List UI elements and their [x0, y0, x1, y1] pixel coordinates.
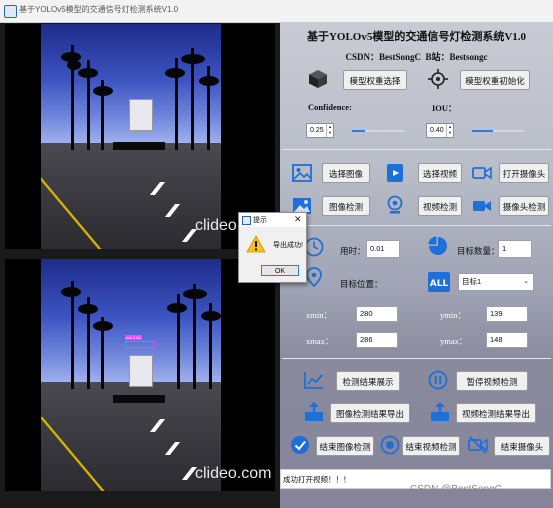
- ok-button[interactable]: OK: [261, 265, 299, 276]
- detection-box: [125, 341, 155, 348]
- ymin-label: ymin：: [440, 310, 466, 320]
- pie-chart-icon: [428, 236, 447, 255]
- export-video-results-button[interactable]: 视频检测结果导出: [456, 403, 536, 423]
- pause-icon: [428, 370, 448, 390]
- iou-label: IOU：: [432, 103, 457, 113]
- location-pin-icon: [306, 267, 322, 287]
- app-icon: [4, 5, 17, 18]
- message-dialog: 提示 ✕ 导出成功! OK: [238, 212, 307, 283]
- image-detect-button[interactable]: 图像检测: [322, 196, 370, 216]
- target-position-label: 目标位置：: [340, 279, 383, 289]
- xmin-label: xmin：: [306, 310, 332, 320]
- target-count-label: 目标数量：: [457, 246, 500, 256]
- camera-off-icon: [468, 436, 488, 454]
- open-camera-button[interactable]: 打开摄像头: [499, 163, 549, 183]
- video-watermark: clideo.com: [195, 465, 272, 482]
- chevron-down-icon: ⌄: [523, 278, 529, 285]
- confidence-spinbox[interactable]: 0.25 ▲ ▼: [306, 123, 334, 138]
- divider: [282, 358, 551, 359]
- confidence-slider-fill: [352, 130, 365, 132]
- dialog-titlebar[interactable]: 提示 ✕: [239, 213, 306, 227]
- ymax-label: ymax：: [440, 336, 468, 346]
- clock-icon: [304, 237, 324, 257]
- stop-icon: [380, 435, 400, 455]
- app-heading: 基于YOLOv5模型的交通信号灯检测系统V1.0: [306, 31, 527, 43]
- export-image-results-button[interactable]: 图像检测结果导出: [330, 403, 410, 423]
- line-chart-icon: [304, 372, 323, 389]
- cube-icon: [309, 70, 327, 88]
- iou-slider-fill: [472, 130, 493, 132]
- end-video-detect-button[interactable]: 结束视频检测: [402, 436, 460, 456]
- window-title: 基于YOLOv5模型的交通信号灯检测系统V1.0: [19, 5, 179, 14]
- dialog-title: 提示: [253, 217, 267, 224]
- xmin-value: 280: [356, 306, 398, 322]
- target-select-value: 目标1: [462, 277, 482, 286]
- model-weight-init-button[interactable]: 模型权重初始化: [460, 70, 530, 90]
- xmax-value: 286: [356, 332, 398, 348]
- confidence-slider[interactable]: [352, 130, 404, 132]
- export-image-icon: [305, 402, 323, 421]
- target-count-value: 1: [498, 240, 532, 258]
- select-image-button[interactable]: 选择图像: [322, 163, 370, 183]
- xmax-label: xmax：: [306, 336, 334, 346]
- image-icon: [292, 164, 312, 182]
- detection-label: red 0.54: [125, 335, 142, 340]
- divider: [282, 149, 551, 150]
- video-camera-icon: [473, 201, 491, 211]
- webcam-icon: [387, 195, 403, 214]
- select-video-button[interactable]: 选择视频: [418, 163, 462, 183]
- model-weight-select-button[interactable]: 模型权重选择: [343, 70, 407, 90]
- svg-text:ALL: ALL: [430, 279, 449, 289]
- control-panel: 基于YOLOv5模型的交通信号灯检测系统V1.0 CSDN：BestSongC …: [280, 22, 553, 508]
- close-icon[interactable]: ✕: [294, 214, 302, 225]
- spin-arrows-icon[interactable]: ▲ ▼: [446, 124, 453, 137]
- video-file-icon: [387, 164, 403, 182]
- csdn-label: CSDN：BestSongC: [345, 52, 421, 62]
- confidence-value: 0.25: [310, 127, 324, 134]
- divider: [282, 225, 551, 226]
- warning-icon: [246, 235, 266, 253]
- status-message: 成功打开视频！！！: [283, 475, 351, 484]
- bilibili-label: B站：Bestsongc: [425, 52, 488, 62]
- video-detect-button[interactable]: 视频检测: [418, 196, 462, 216]
- target-select[interactable]: 目标1 ⌄: [458, 273, 534, 291]
- camera-icon: [472, 166, 492, 180]
- iou-slider[interactable]: [472, 130, 524, 132]
- export-video-icon: [431, 402, 449, 421]
- iou-spinbox[interactable]: 0.40 ▲ ▼: [426, 123, 454, 138]
- dialog-app-icon: [242, 216, 251, 225]
- detection-video-panel: red 0.54 clideo.com: [5, 259, 275, 491]
- camera-detect-button[interactable]: 摄像头检测: [499, 196, 549, 216]
- author-info: CSDN：BestSongC B站：Bestsongc: [280, 50, 553, 63]
- csdn-watermark: CSDN @BestSongC: [410, 484, 502, 495]
- dialog-message: 导出成功!: [273, 242, 303, 249]
- time-label: 用时：: [340, 246, 366, 256]
- ymin-value: 139: [486, 306, 528, 322]
- confidence-label: Confidence:: [308, 102, 352, 112]
- ymax-value: 148: [486, 332, 528, 348]
- original-video-panel: clideo.com: [5, 24, 275, 249]
- all-targets-icon: ALL: [428, 272, 450, 292]
- check-circle-icon: [291, 436, 309, 454]
- spin-arrows-icon[interactable]: ▲ ▼: [326, 124, 333, 137]
- iou-value: 0.40: [430, 127, 444, 134]
- show-results-button[interactable]: 检测结果展示: [336, 371, 400, 391]
- crosshair-icon: [428, 69, 448, 89]
- end-camera-button[interactable]: 结束摄像头: [494, 436, 550, 456]
- pause-video-detect-button[interactable]: 暂停视频检测: [456, 371, 528, 391]
- time-value: 0.01: [366, 240, 400, 258]
- end-image-detect-button[interactable]: 结束图像检测: [316, 436, 374, 456]
- window-titlebar[interactable]: 基于YOLOv5模型的交通信号灯检测系统V1.0: [0, 0, 553, 23]
